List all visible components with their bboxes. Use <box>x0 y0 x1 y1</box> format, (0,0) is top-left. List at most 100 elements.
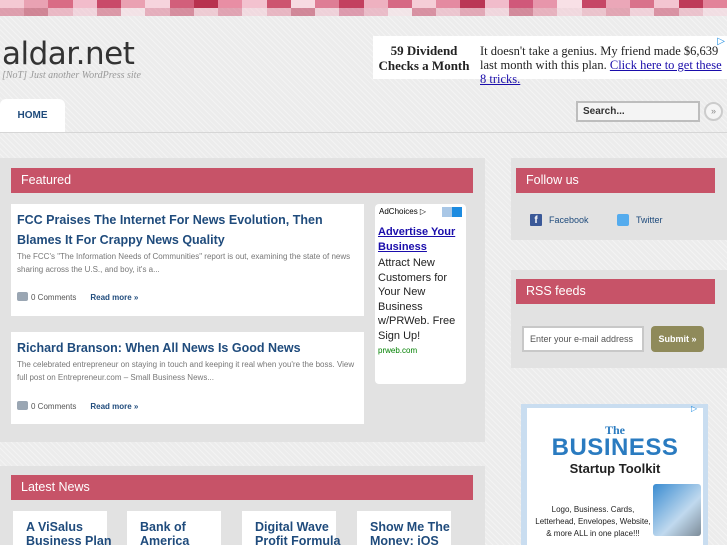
featured-post-2: Richard Branson: When All News Is Good N… <box>11 332 364 424</box>
post-excerpt: The celebrated entrepreneur on staying i… <box>17 360 355 382</box>
strip-segment <box>654 8 679 16</box>
strip-segment <box>460 8 485 16</box>
ad-toolkit-text: Startup Toolkit <box>569 461 661 476</box>
ad-small-text: Logo, Business. Cards, Letterhead, Envel… <box>533 504 653 540</box>
strip-segment <box>290 8 316 16</box>
adchoices-icon[interactable]: ▷ <box>717 36 725 47</box>
latest-news-item[interactable]: Digital Wave Profit Formula <box>242 511 340 545</box>
strip-segment <box>96 8 122 16</box>
strip-segment <box>169 0 194 8</box>
strip-segment <box>0 0 25 8</box>
post-meta: 0 Comments Read more » <box>17 292 138 302</box>
strip-segment <box>145 0 170 8</box>
strip-segment <box>533 0 558 8</box>
strip-segment <box>508 0 534 8</box>
business-toolkit-ad-body: The BUSINESS Startup Toolkit Logo, Busin… <box>527 408 703 545</box>
ad-small-line: Letterhead, Envelopes, Website, <box>535 517 651 526</box>
strip-segment <box>436 8 461 16</box>
top-color-strip-fade <box>0 8 727 16</box>
site-title[interactable]: aldar.net <box>2 36 135 72</box>
comment-icon <box>17 292 28 301</box>
rss-heading: RSS feeds <box>516 279 715 304</box>
strip-segment <box>121 8 146 16</box>
latest-news-title[interactable]: Digital Wave Profit Formula <box>255 520 345 545</box>
strip-segment <box>605 0 631 8</box>
featured-heading: Featured <box>11 168 473 193</box>
strip-segment <box>630 8 655 16</box>
latest-news-title[interactable]: A ViSalus Business Plan <box>26 520 116 545</box>
strip-segment <box>218 8 243 16</box>
strip-segment <box>72 0 97 8</box>
follow-heading: Follow us <box>516 168 715 193</box>
strip-segment <box>484 0 509 8</box>
strip-segment <box>0 8 25 16</box>
comment-icon <box>17 401 28 410</box>
strip-segment <box>557 8 582 16</box>
top-ad-headline[interactable]: 59 Dividend Checks a Month <box>375 43 473 73</box>
facebook-icon[interactable]: f <box>530 214 542 226</box>
strip-segment <box>411 8 437 16</box>
comments-link[interactable]: 0 Comments <box>31 402 76 411</box>
site-tagline: [NoT] Just another WordPress site <box>2 70 141 81</box>
email-field[interactable]: Enter your e-mail address <box>522 326 644 352</box>
adchoices-label[interactable]: AdChoices ▷ <box>379 207 426 216</box>
featured-post-1: FCC Praises The Internet For News Evolut… <box>11 204 364 316</box>
strip-segment <box>508 8 534 16</box>
search-input[interactable]: Search... <box>576 101 700 122</box>
strip-segment <box>363 0 388 8</box>
ad-business-text: BUSINESS <box>551 434 679 461</box>
strip-segment <box>678 8 703 16</box>
top-ad-headline-line1: 59 Dividend <box>390 43 458 58</box>
strip-segment <box>702 0 727 8</box>
strip-segment <box>48 0 73 8</box>
strip-segment <box>460 0 485 8</box>
strip-segment <box>702 8 727 16</box>
strip-segment <box>605 8 631 16</box>
strip-segment <box>266 0 291 8</box>
rss-submit-button[interactable]: Submit » <box>651 326 704 352</box>
read-more-link[interactable]: Read more » <box>90 402 138 411</box>
latest-news-title[interactable]: Bank of America <box>140 520 230 545</box>
strip-segment <box>581 0 606 8</box>
post-title-link[interactable]: FCC Praises The Internet For News Evolut… <box>17 210 347 250</box>
strip-segment <box>315 8 340 16</box>
post-title-link[interactable]: Richard Branson: When All News Is Good N… <box>17 338 347 358</box>
twitter-icon[interactable] <box>617 214 629 226</box>
nav-home-tab[interactable]: HOME <box>0 99 65 132</box>
laptop-image <box>653 484 701 536</box>
latest-news-item[interactable]: Show Me The Money: iOS <box>357 511 451 545</box>
strip-segment <box>266 8 291 16</box>
twitter-link[interactable]: Twitter <box>636 215 663 225</box>
header-divider <box>0 132 727 133</box>
strip-segment <box>533 8 558 16</box>
side-ad-url[interactable]: prweb.com <box>378 346 417 355</box>
adchoices-icon[interactable]: ▷ <box>691 404 699 413</box>
strip-segment <box>581 8 606 16</box>
strip-segment <box>411 0 437 8</box>
post-excerpt: The FCC's "The Information Needs of Comm… <box>17 252 351 274</box>
strip-segment <box>218 0 243 8</box>
ad-nav-arrows-icon[interactable] <box>442 207 462 217</box>
business-toolkit-ad[interactable]: The BUSINESS Startup Toolkit Logo, Busin… <box>521 404 708 545</box>
latest-news-title[interactable]: Show Me The Money: iOS <box>370 520 460 545</box>
top-ad-body: It doesn't take a genius. My friend made… <box>480 44 725 86</box>
strip-segment <box>290 0 316 8</box>
read-more-link[interactable]: Read more » <box>90 293 138 302</box>
comments-link[interactable]: 0 Comments <box>31 293 76 302</box>
facebook-link[interactable]: Facebook <box>549 215 589 225</box>
search-submit-button[interactable]: » <box>704 102 723 121</box>
strip-segment <box>339 0 364 8</box>
latest-news-item[interactable]: Bank of America <box>127 511 221 545</box>
strip-segment <box>387 8 412 16</box>
post-meta: 0 Comments Read more » <box>17 401 138 411</box>
side-ad-title[interactable]: Advertise Your Business <box>378 225 464 255</box>
sidebar-text-ad[interactable]: AdChoices ▷ Advertise Your Business Attr… <box>375 204 466 384</box>
strip-segment <box>484 8 509 16</box>
latest-news-item[interactable]: A ViSalus Business Plan <box>13 511 111 545</box>
strip-segment <box>24 8 49 16</box>
strip-segment <box>96 0 122 8</box>
strip-segment <box>339 8 364 16</box>
strip-segment <box>363 8 388 16</box>
top-banner-ad[interactable]: 59 Dividend Checks a Month It doesn't ta… <box>373 36 727 86</box>
strip-segment <box>387 0 412 8</box>
